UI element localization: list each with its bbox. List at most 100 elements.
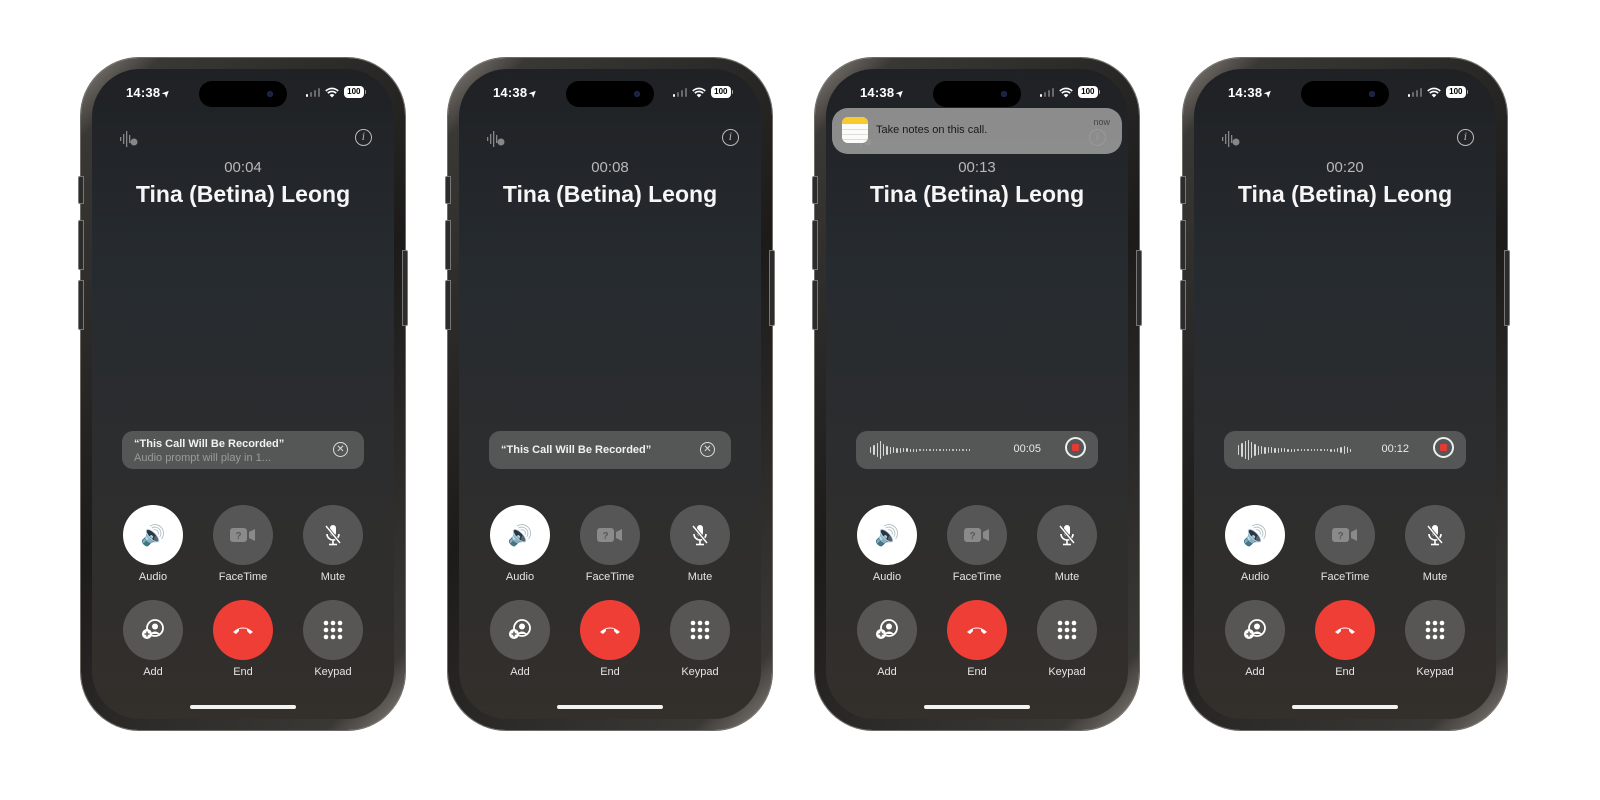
audio-label: Audio xyxy=(1240,571,1270,583)
recording-banner[interactable]: 00:12 xyxy=(1224,431,1466,469)
stop-icon xyxy=(1072,444,1079,451)
cellular-signal-icon xyxy=(305,87,321,97)
volume-down-button xyxy=(78,280,84,330)
audio-button[interactable]: 🔊 Audio xyxy=(490,505,550,583)
audio-label: Audio xyxy=(138,571,168,583)
keypad-button[interactable]: Keypad xyxy=(1405,600,1465,678)
add-call-button[interactable]: Add xyxy=(490,600,550,678)
home-indicator[interactable] xyxy=(1292,705,1398,709)
home-indicator[interactable] xyxy=(557,705,663,709)
waveform-bar xyxy=(1238,445,1240,455)
battery-level: 100 xyxy=(1446,86,1466,98)
waveform-bar xyxy=(959,449,961,451)
waveform-bar xyxy=(968,449,971,451)
facetime-button[interactable]: ? FaceTime xyxy=(1315,505,1375,583)
mute-label: Mute xyxy=(320,571,346,583)
end-label: End xyxy=(1335,666,1355,678)
keypad-button[interactable]: Keypad xyxy=(1037,600,1097,678)
call-recording-icon[interactable] xyxy=(120,131,138,147)
call-screen: 14:38➤ 100 xyxy=(826,69,1128,719)
status-time: 14:38➤ xyxy=(126,85,174,101)
battery-icon: 100 xyxy=(1446,86,1468,98)
end-call-button[interactable]: End xyxy=(947,600,1007,678)
dynamic-island xyxy=(199,81,287,107)
keypad-button[interactable]: Keypad xyxy=(670,600,730,678)
keypad-label: Keypad xyxy=(1048,666,1086,678)
waveform-bar xyxy=(932,449,934,451)
info-icon[interactable]: i xyxy=(355,129,372,146)
waveform-bar xyxy=(870,447,872,453)
waveform-bar xyxy=(919,449,921,451)
recording-banner[interactable]: “This Call Will Be Recorded” ✕ xyxy=(489,431,731,469)
caller-name: Tina (Betina) Leong xyxy=(869,181,1085,207)
recording-banner[interactable]: 00:05 xyxy=(856,431,1098,469)
waveform-bar xyxy=(879,441,882,459)
location-arrow-icon: ➤ xyxy=(159,86,174,101)
front-camera xyxy=(1001,91,1007,97)
notes-notification[interactable]: Take notes on this call. now xyxy=(832,108,1122,154)
waveform-bar xyxy=(1257,445,1260,455)
recording-banner[interactable]: “This Call Will Be Recorded” Audio prompt… xyxy=(122,431,364,469)
info-icon[interactable]: i xyxy=(1457,129,1474,146)
add-call-button[interactable]: Add xyxy=(123,600,183,678)
hang-up-icon xyxy=(947,600,1007,660)
facetime-label: FaceTime xyxy=(218,571,268,583)
status-bar: 14:38➤ 100 xyxy=(826,81,1128,107)
end-call-button[interactable]: End xyxy=(580,600,640,678)
waveform-bar xyxy=(1277,447,1279,453)
call-timer: 00:08 xyxy=(591,159,629,176)
waveform-bar xyxy=(916,448,918,452)
audio-label: Audio xyxy=(505,571,535,583)
call-recording-icon[interactable] xyxy=(487,131,505,147)
notes-app-icon xyxy=(842,117,868,143)
facetime-button[interactable]: ? FaceTime xyxy=(947,505,1007,583)
waveform-bar xyxy=(1336,448,1339,452)
iphone-2: 14:38➤ 100 i 00:08 Tina (Betina) Leong “… xyxy=(445,58,775,730)
cancel-recording-icon[interactable]: ✕ xyxy=(333,442,348,457)
status-icons: 100 xyxy=(1407,86,1468,98)
cancel-recording-icon[interactable]: ✕ xyxy=(700,442,715,457)
facetime-unavailable-icon: ? xyxy=(1315,505,1375,565)
hang-up-icon xyxy=(213,600,273,660)
waveform-bar xyxy=(1313,449,1316,451)
stop-recording-button[interactable] xyxy=(1065,437,1086,458)
waveform-bar xyxy=(873,445,875,455)
call-recording-icon[interactable] xyxy=(1222,131,1240,147)
audio-button[interactable]: 🔊 Audio xyxy=(123,505,183,583)
audio-button[interactable]: 🔊 Audio xyxy=(1225,505,1285,583)
waveform-bar xyxy=(1330,448,1332,452)
keypad-icon xyxy=(303,600,363,660)
keypad-label: Keypad xyxy=(681,666,719,678)
dynamic-island xyxy=(1301,81,1389,107)
waveform-bar xyxy=(1317,449,1319,451)
waveform-bar xyxy=(939,449,941,451)
facetime-button[interactable]: ? FaceTime xyxy=(213,505,273,583)
status-time: 14:38➤ xyxy=(860,85,908,101)
keypad-button[interactable]: Keypad xyxy=(303,600,363,678)
waveform-bar xyxy=(1303,449,1306,451)
audio-button[interactable]: 🔊 Audio xyxy=(857,505,917,583)
facetime-button[interactable]: ? FaceTime xyxy=(580,505,640,583)
end-call-button[interactable]: End xyxy=(213,600,273,678)
waveform-bar xyxy=(1310,449,1312,451)
end-label: End xyxy=(967,666,987,678)
home-indicator[interactable] xyxy=(924,705,1030,709)
waveform-bar xyxy=(896,447,898,453)
audio-label: Audio xyxy=(872,571,902,583)
mute-button[interactable]: Mute xyxy=(1037,505,1097,583)
waveform-bar xyxy=(906,448,908,452)
add-call-button[interactable]: Add xyxy=(1225,600,1285,678)
clock: 14:38 xyxy=(1228,85,1263,100)
add-label: Add xyxy=(143,666,163,678)
add-person-icon xyxy=(490,600,550,660)
end-call-button[interactable]: End xyxy=(1315,600,1375,678)
mute-button[interactable]: Mute xyxy=(670,505,730,583)
mute-button[interactable]: Mute xyxy=(303,505,363,583)
mute-button[interactable]: Mute xyxy=(1405,505,1465,583)
stop-recording-button[interactable] xyxy=(1433,437,1454,458)
info-icon[interactable]: i xyxy=(722,129,739,146)
add-call-button[interactable]: Add xyxy=(857,600,917,678)
home-indicator[interactable] xyxy=(190,705,296,709)
waveform-bar xyxy=(926,449,928,451)
volume-down-button xyxy=(445,280,451,330)
